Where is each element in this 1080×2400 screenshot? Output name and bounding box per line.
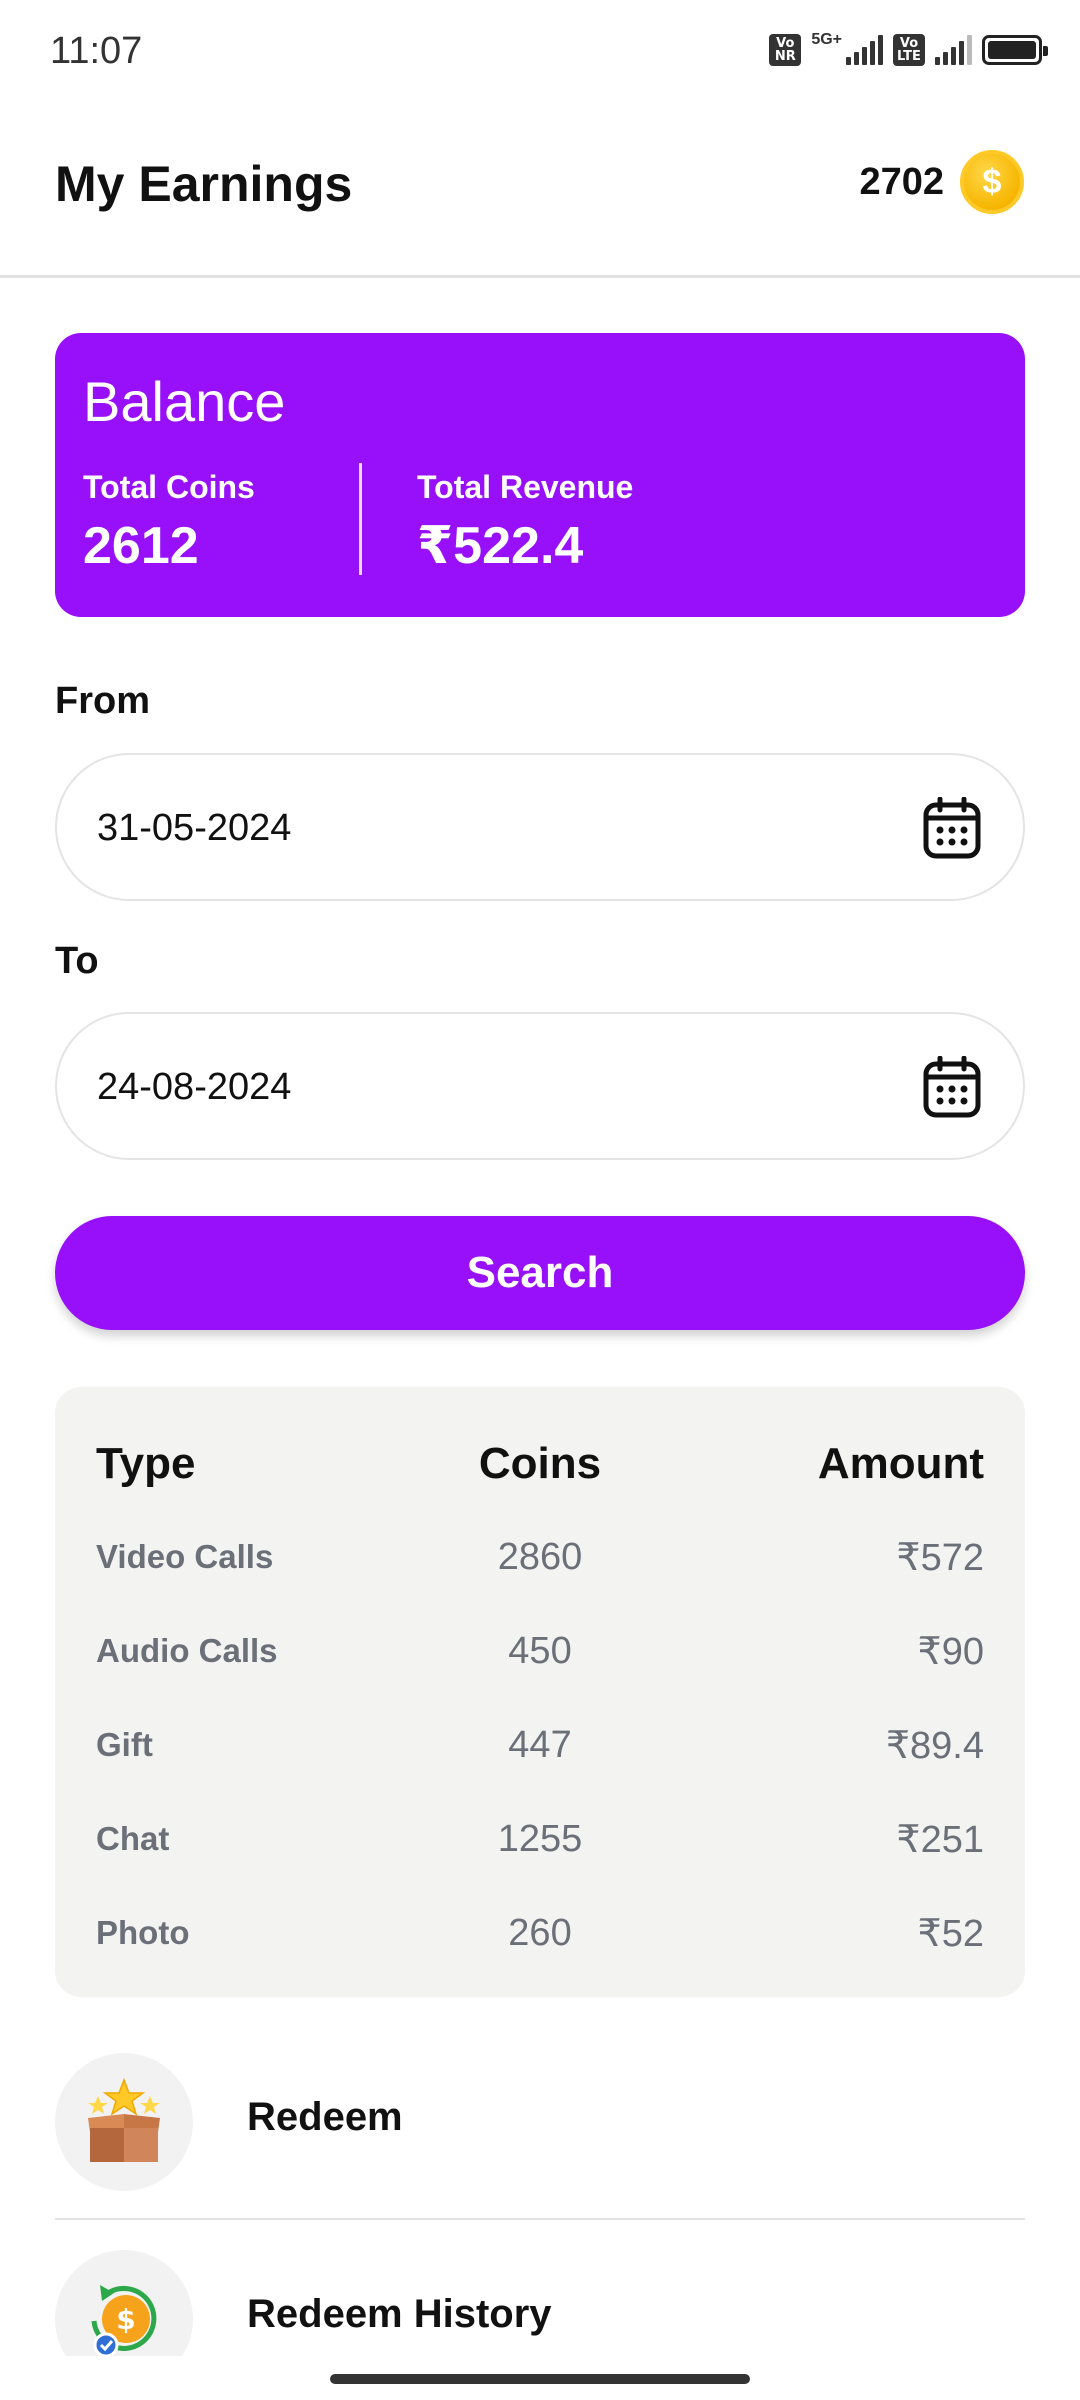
calendar-icon[interactable] [923,797,981,859]
gift-box-stars-icon [55,2053,193,2191]
row-coins: 450 [508,1629,572,1672]
table-row: Chat 1255 ₹251 [96,1809,984,1869]
row-amount: ₹90 [917,1630,984,1673]
table-row: Photo 260 ₹52 [96,1903,984,1963]
row-coins: 1255 [497,1817,583,1860]
row-coins: 2860 [497,1535,583,1578]
row-type: Video Calls [96,1538,274,1575]
total-coins-value: 2612 [83,517,199,575]
menu-label-redeem-history: Redeem History [247,2292,552,2336]
row-type: Gift [96,1726,153,1763]
header-type: Type [96,1439,196,1488]
page-title: My Earnings [55,156,353,212]
app-header: My Earnings 2702 $ [0,110,1080,278]
home-indicator[interactable] [330,2374,750,2384]
menu-label-redeem: Redeem [247,2095,403,2139]
menu-item-redeem[interactable]: Redeem [55,2033,1025,2193]
status-icons: Vo NR 5G+ Vo LTE [769,31,1048,66]
row-amount: ₹89.4 [885,1724,984,1767]
earnings-table: Type Coins Amount Video Calls 2860 ₹572 … [55,1387,1025,1997]
to-label: To [55,940,99,982]
status-bar: 11:07 Vo NR 5G+ Vo LTE [0,0,1080,110]
row-type: Photo [96,1914,190,1951]
status-time: 11:07 [50,30,143,72]
row-amount: ₹251 [896,1818,984,1861]
to-date-field[interactable]: 24-08-2024 [55,1012,1025,1160]
balance-title: Balance [83,370,286,433]
coin-icon: $ [960,150,1024,214]
total-revenue-label: Total Revenue [417,469,634,505]
header-coin-balance[interactable]: 2702 $ [859,150,1024,214]
table-row: Gift 447 ₹89.4 [96,1715,984,1775]
balance-card: Balance Total Coins 2612 Total Revenue ₹… [55,333,1025,617]
row-amount: ₹572 [896,1536,984,1579]
table-header: Type Coins Amount [96,1429,984,1499]
from-label: From [55,680,150,722]
search-button[interactable]: Search [55,1216,1025,1330]
network-type: 5G+ [811,31,842,48]
total-revenue: Total Revenue ₹522.4 [417,469,633,576]
to-date-value: 24-08-2024 [97,1066,292,1108]
from-date-value: 31-05-2024 [97,807,292,849]
row-coins: 447 [508,1723,572,1766]
signal-icon [846,35,883,65]
calendar-icon[interactable] [923,1056,981,1118]
vonr-chip: Vo NR [769,34,802,66]
from-date-field[interactable]: 31-05-2024 [55,753,1025,901]
balance-divider [359,463,362,575]
header-amount: Amount [817,1439,984,1488]
table-row: Video Calls 2860 ₹572 [96,1527,984,1587]
row-type: Chat [96,1820,170,1857]
signal-icon-2 [935,35,972,65]
row-amount: ₹52 [917,1912,984,1955]
header-coin-count: 2702 [859,160,944,203]
table-row: Audio Calls 450 ₹90 [96,1621,984,1681]
row-coins: 260 [508,1911,572,1954]
svg-text:$: $ [116,2303,135,2336]
total-revenue-value: ₹522.4 [417,517,584,575]
menu-divider [55,2218,1025,2220]
volte-chip: Vo LTE [893,34,925,66]
row-type: Audio Calls [96,1632,278,1669]
battery-icon [982,35,1048,65]
total-coins: Total Coins 2612 [83,469,255,576]
header-coins: Coins [478,1439,602,1488]
total-coins-label: Total Coins [83,469,255,505]
